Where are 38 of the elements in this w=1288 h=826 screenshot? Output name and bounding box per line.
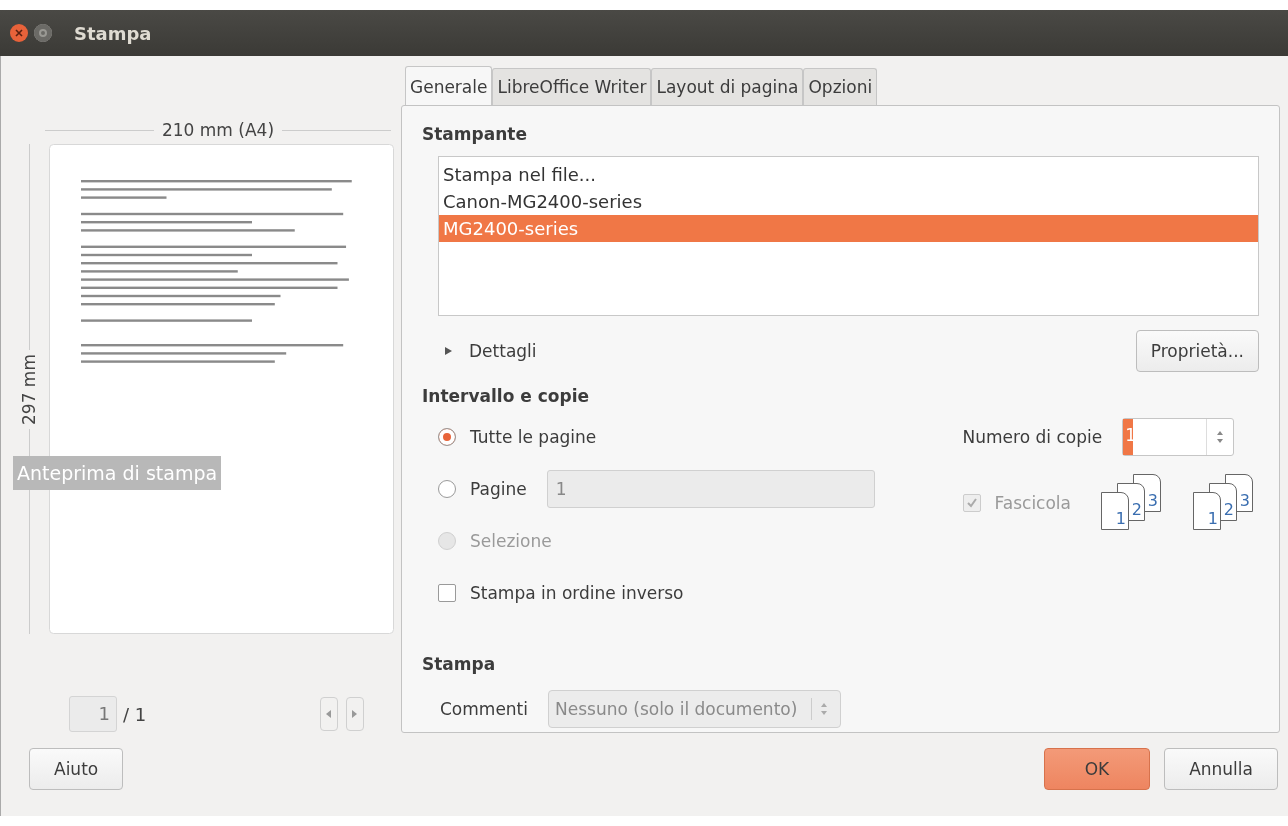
copies-label: Numero di copie: [962, 427, 1103, 447]
section-heading: Stampa: [422, 654, 496, 674]
previous-page-icon[interactable]: [320, 697, 339, 731]
help-button[interactable]: Aiuto: [29, 748, 124, 790]
page-number-field[interactable]: 1: [69, 696, 117, 732]
option-label: Tutte le pagine: [470, 427, 597, 447]
cancel-button[interactable]: Annulla: [1164, 748, 1278, 790]
checkbox-label: Fascicola: [994, 493, 1071, 513]
option-label: Pagine: [470, 479, 527, 499]
radio-button[interactable]: [438, 428, 456, 446]
printer-item[interactable]: Stampa nel file...: [439, 161, 1258, 188]
check-icon: [965, 497, 978, 509]
details-expander[interactable]: Dettagli: [444, 341, 537, 361]
close-icon[interactable]: [10, 24, 28, 42]
radio-button[interactable]: [438, 480, 456, 498]
tab[interactable]: LibreOffice Writer: [492, 68, 652, 105]
dropdown-arrows-icon: [820, 702, 829, 716]
checkbox[interactable]: [438, 584, 456, 602]
checkbox-label: Stampa in ordine inverso: [470, 583, 684, 603]
next-page-icon[interactable]: [346, 697, 365, 731]
ok-button[interactable]: OK: [1043, 748, 1151, 790]
expander-icon: [444, 346, 453, 356]
properties-button[interactable]: Proprietà...: [1135, 330, 1259, 372]
minimize-icon[interactable]: [34, 24, 52, 42]
width-label: 210 mm (A4): [161, 120, 275, 140]
tab[interactable]: Layout di pagina: [651, 68, 804, 105]
page-total: / 1: [123, 703, 147, 725]
printer-item[interactable]: Canon-MG2400-series: [439, 188, 1258, 215]
option-label: Selezione: [470, 531, 552, 551]
comments-label: Commenti: [440, 699, 528, 719]
section-heading: Stampante: [422, 124, 527, 144]
spin-arrows-icon[interactable]: [1216, 430, 1225, 444]
window-title: Stampa: [74, 22, 152, 44]
tab[interactable]: Generale: [405, 66, 493, 105]
tab[interactable]: Opzioni: [803, 68, 878, 105]
tooltip: Anteprima di stampa: [13, 456, 222, 490]
height-label: 297 mm: [19, 353, 39, 425]
section-heading: Intervallo e copie: [422, 386, 589, 406]
